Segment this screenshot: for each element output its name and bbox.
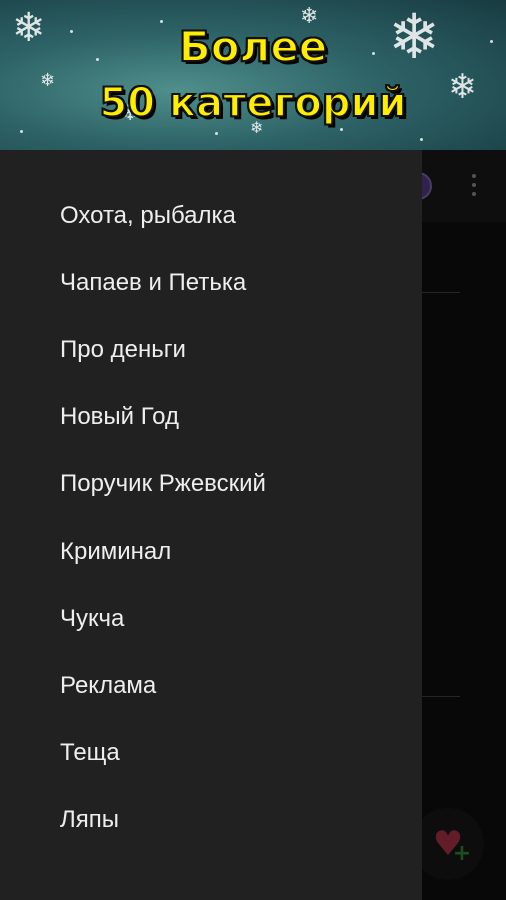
- drawer-item-label: Про деньги: [60, 336, 186, 363]
- drawer-item[interactable]: Чукча: [0, 593, 422, 647]
- drawer-item[interactable]: Теща: [0, 727, 422, 781]
- banner-subtitle: 50 категорий: [98, 79, 407, 127]
- drawer-item-label: Новый Год: [60, 403, 179, 430]
- drawer-item-label: Теща: [60, 739, 120, 766]
- drawer-item[interactable]: Охота, рыбалка: [0, 190, 422, 244]
- drawer-item[interactable]: Чапаев и Петька: [0, 257, 422, 311]
- drawer-item[interactable]: Поручик Ржевский: [0, 458, 422, 512]
- drawer-item[interactable]: Про деньги: [0, 324, 422, 378]
- drawer-item[interactable]: Реклама: [0, 660, 422, 714]
- drawer-item[interactable]: Ляпы: [0, 794, 422, 848]
- drawer-item-label: Криминал: [60, 538, 172, 565]
- promo-banner: ❄ ❄ ❄ ❄ ❄ ❄ ❄ Более 50 категорий: [0, 0, 506, 150]
- drawer-item[interactable]: Новый Год: [0, 391, 422, 445]
- banner-title: Более: [178, 21, 329, 72]
- drawer-item-label: Поручик Ржевский: [60, 470, 266, 497]
- category-drawer: Охота, рыбалка Чапаев и Петька Про деньг…: [0, 150, 422, 900]
- drawer-item-label: Охота, рыбалка: [60, 202, 236, 229]
- drawer-item[interactable]: Криминал: [0, 526, 422, 580]
- drawer-item-label: Чукча: [60, 605, 125, 632]
- drawer-item-label: Реклама: [60, 672, 157, 699]
- drawer-item-label: Чапаев и Петька: [60, 269, 247, 296]
- drawer-item-label: Ляпы: [60, 806, 119, 833]
